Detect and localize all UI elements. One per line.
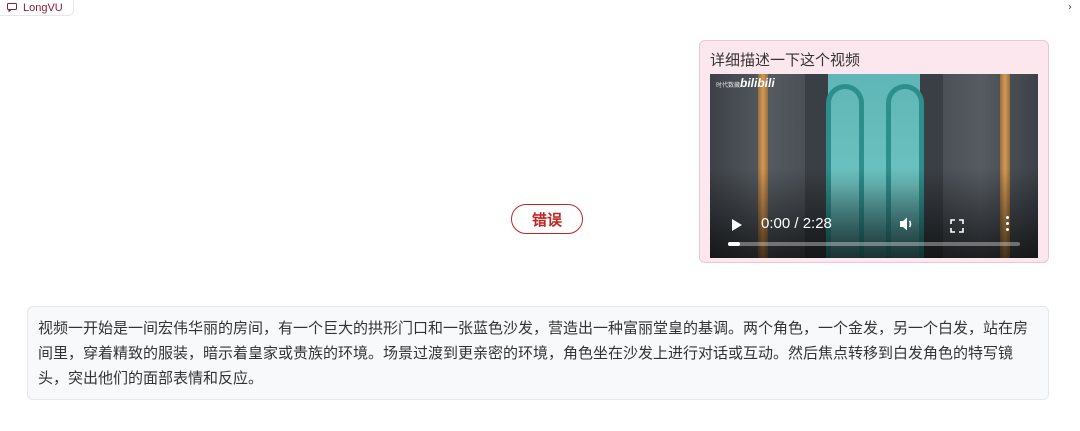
assistant-answer: 视频一开始是一间宏伟华丽的房间，有一个巨大的拱形门口和一张蓝色沙发，营造出一种富… bbox=[27, 306, 1049, 400]
video-player[interactable]: 时代数藏 bilibili 0:00 / 2:28 bbox=[710, 74, 1038, 258]
more-vertical-icon[interactable] bbox=[1006, 216, 1010, 232]
play-icon[interactable] bbox=[732, 219, 742, 231]
video-progress-bar[interactable] bbox=[728, 242, 1020, 246]
user-message-text: 详细描述一下这个视频 bbox=[710, 51, 861, 69]
app-name: LongVU bbox=[23, 2, 63, 14]
user-message-bubble: 详细描述一下这个视频 时代数藏 bilibili 0:00 / 2:28 bbox=[699, 40, 1049, 263]
app-tab[interactable]: LongVU bbox=[0, 0, 74, 16]
video-watermark: 时代数藏 bbox=[716, 83, 741, 89]
volume-icon[interactable] bbox=[898, 216, 916, 232]
error-badge: 错误 bbox=[511, 204, 583, 234]
video-progress-fill bbox=[728, 242, 740, 246]
fullscreen-icon[interactable] bbox=[950, 218, 964, 233]
video-controls: 0:00 / 2:28 bbox=[710, 214, 1038, 236]
video-time: 0:00 / 2:28 bbox=[761, 215, 832, 232]
close-icon[interactable]: › bbox=[1068, 2, 1078, 14]
bilibili-logo: bilibili bbox=[740, 76, 775, 90]
chat-icon bbox=[7, 3, 17, 13]
